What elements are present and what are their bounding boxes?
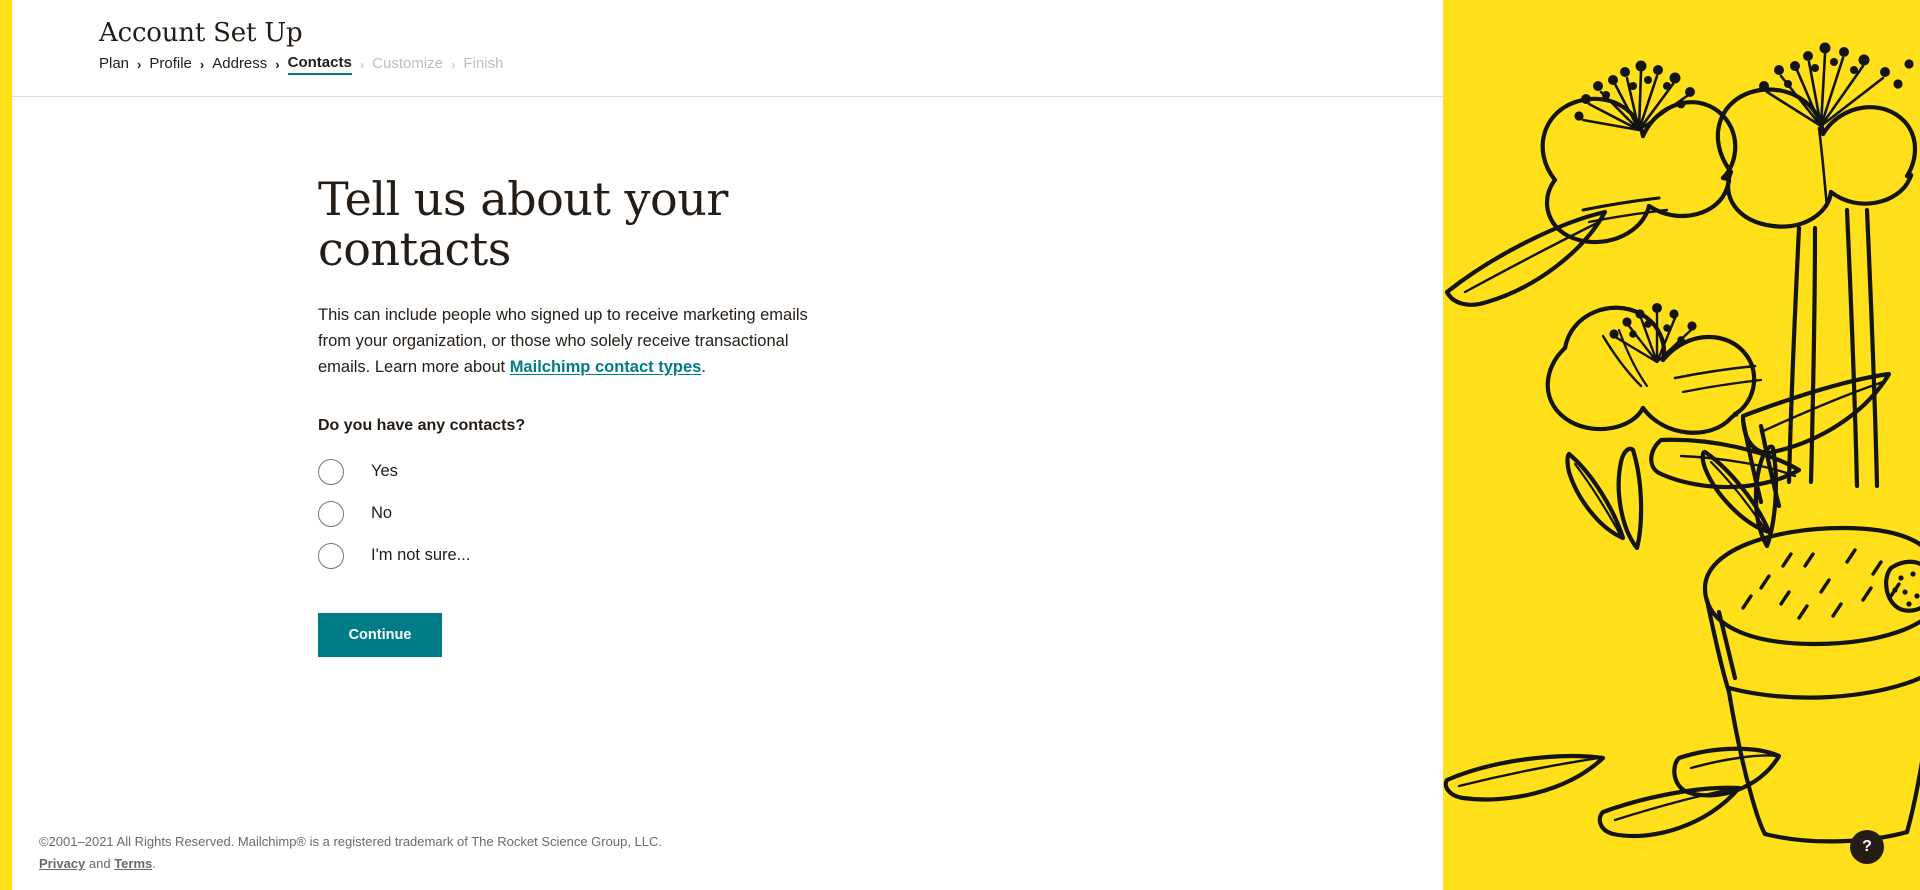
description-text-after: .	[701, 358, 706, 377]
radio-circle-icon[interactable]	[318, 458, 344, 485]
page-header: Account Set Up Plan › Profile › Address …	[12, 0, 1443, 97]
radio-circle-icon[interactable]	[318, 500, 344, 527]
mailchimp-contact-types-link[interactable]: Mailchimp contact types	[510, 358, 702, 376]
footer-links: Privacy and Terms.	[39, 853, 662, 876]
page-title: Account Set Up	[99, 18, 303, 48]
footer-copyright: ©2001–2021 All Rights Reserved. Mailchim…	[39, 833, 662, 849]
page-footer: ©2001–2021 All Rights Reserved. Mailchim…	[39, 831, 662, 877]
setup-form: Tell us about your contacts This can inc…	[318, 172, 878, 657]
potted-flowering-plant-line-drawing	[1443, 42, 1920, 844]
radio-label-no: No	[371, 504, 393, 523]
question-label: Do you have any contacts?	[318, 416, 526, 434]
breadcrumb-item-contacts[interactable]: Contacts	[287, 54, 352, 75]
contacts-radio-group: Yes No I'm not sure...	[318, 451, 878, 577]
chevron-right-icon: ›	[137, 56, 142, 72]
footer-and: and	[85, 856, 115, 872]
chevron-right-icon: ›	[275, 56, 280, 72]
privacy-link[interactable]: Privacy	[39, 856, 85, 871]
terms-link[interactable]: Terms	[114, 856, 152, 871]
chevron-right-icon: ›	[199, 56, 205, 72]
breadcrumb-item-address[interactable]: Address	[212, 55, 267, 74]
breadcrumb-item-profile[interactable]: Profile	[149, 55, 192, 74]
content-heading: Tell us about your contacts	[318, 172, 728, 276]
radio-option-yes[interactable]: Yes	[318, 451, 878, 493]
chevron-right-icon: ›	[451, 56, 456, 72]
illustration-panel: ?	[1443, 0, 1920, 890]
main-column: Account Set Up Plan › Profile › Address …	[12, 0, 1443, 890]
breadcrumb: Plan › Profile › Address › Contacts › Cu…	[99, 54, 1443, 75]
breadcrumb-item-plan[interactable]: Plan	[99, 55, 129, 74]
content-description: This can include people who signed up to…	[318, 302, 843, 380]
breadcrumb-item-customize: Customize	[372, 54, 444, 72]
continue-button[interactable]: Continue	[318, 612, 442, 657]
footer-period: .	[152, 856, 156, 872]
chevron-right-icon: ›	[359, 56, 365, 72]
radio-option-no[interactable]: No	[318, 493, 878, 535]
radio-circle-icon[interactable]	[318, 542, 344, 569]
help-button[interactable]: ?	[1850, 830, 1884, 864]
left-accent-strip	[0, 0, 12, 890]
radio-label-not-sure: I'm not sure...	[371, 546, 471, 565]
radio-option-not-sure[interactable]: I'm not sure...	[318, 535, 878, 577]
breadcrumb-item-finish: Finish	[463, 54, 504, 72]
radio-label-yes: Yes	[371, 462, 398, 481]
